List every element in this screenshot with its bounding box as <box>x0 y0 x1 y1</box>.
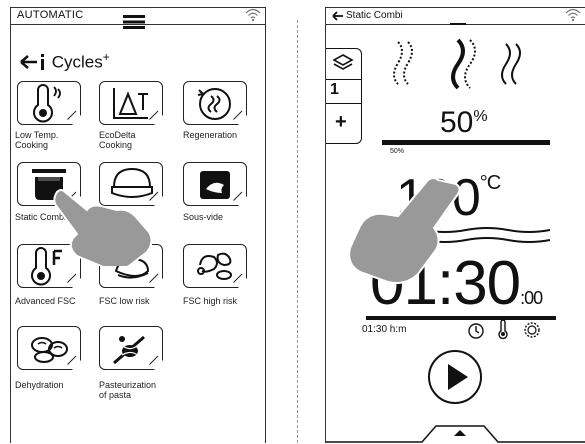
side-value: 1 <box>330 81 339 98</box>
bottom-drawer-tab[interactable] <box>326 418 585 444</box>
humidity-value: 50 <box>440 106 474 139</box>
humidity-small: 50% <box>390 148 405 155</box>
tile-label: Regeneration <box>183 130 238 140</box>
cycles-title: Cycles <box>51 52 103 72</box>
tile-label: FSC low risk <box>99 296 150 306</box>
steam-medium-icon[interactable] <box>448 36 482 92</box>
tile-ecodelta-cooking[interactable] <box>99 81 167 129</box>
tile-pasteurization-of-pasta[interactable] <box>99 326 167 374</box>
tile-sous-vide[interactable] <box>183 162 251 210</box>
time-label: 01:30 h:m <box>362 324 407 335</box>
layers-icon[interactable] <box>332 53 354 73</box>
pointing-hand-icon <box>53 189 153 266</box>
add-button[interactable]: + <box>335 111 347 134</box>
time-seconds: :00 <box>520 288 543 308</box>
steam-high-icon[interactable] <box>498 40 528 88</box>
panel-divider <box>297 20 298 443</box>
wifi-icon <box>565 8 581 22</box>
play-button[interactable] <box>426 348 484 406</box>
pointing-hand-icon <box>348 178 461 284</box>
tile-label: Pasteurization of pasta <box>99 380 157 400</box>
top-bar: AUTOMATIC <box>11 8 265 29</box>
delay-timer-icon[interactable] <box>522 320 542 340</box>
tile-label: Dehydration <box>15 380 64 390</box>
side-tab-panel: 1 + <box>326 48 362 144</box>
screen-title: Static Combi <box>346 10 403 21</box>
temperature-unit: °C <box>479 172 501 194</box>
tile-label: Low Temp. Cooking <box>15 130 59 150</box>
tile-low-temp-cooking[interactable] <box>17 81 85 129</box>
pull-handle[interactable] <box>450 23 466 25</box>
cycles-plus: + <box>102 50 110 64</box>
static-combi-screen: Static Combi 1 + 50% 50% °C 01:30:00 01:… <box>325 7 585 443</box>
steam-low-icon[interactable] <box>390 38 420 88</box>
clock-icon[interactable] <box>467 322 485 340</box>
mode-label: AUTOMATIC <box>17 9 84 21</box>
tile-label: EcoDelta Cooking <box>99 130 136 150</box>
tile-fsc-high-risk[interactable] <box>183 244 251 292</box>
tile-label: Sous-vide <box>183 212 224 222</box>
wifi-icon <box>245 8 261 22</box>
humidity-readout[interactable]: 50% <box>440 106 488 140</box>
tile-regeneration[interactable] <box>183 81 251 129</box>
tile-label: Advanced FSC <box>15 296 76 306</box>
probe-thermometer-icon[interactable] <box>496 320 510 340</box>
cycles-screen: AUTOMATIC Cycles+ Low Temp. Cooking EcoD… <box>10 7 266 443</box>
top-bar: Static Combi <box>326 8 585 25</box>
cycles-header: Cycles+ <box>19 50 110 73</box>
menu-icon[interactable] <box>123 15 145 29</box>
back-arrow-icon[interactable] <box>332 11 344 21</box>
humidity-slider[interactable] <box>382 140 550 145</box>
tile-label: FSC high risk <box>183 296 238 306</box>
tile-dehydration[interactable] <box>17 326 85 374</box>
humidity-unit: % <box>473 108 488 125</box>
back-arrow-icon[interactable] <box>19 53 47 71</box>
